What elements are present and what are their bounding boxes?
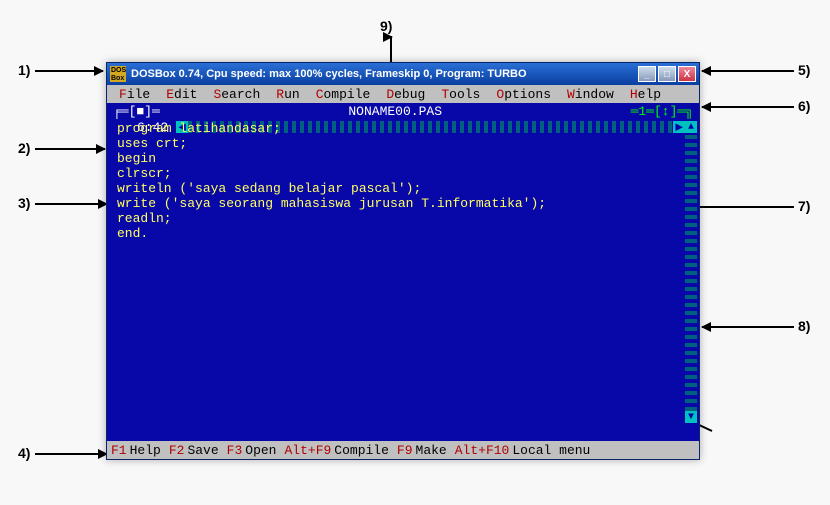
frame-close-icon[interactable]: ╒═[■]═ bbox=[107, 104, 160, 119]
scroll-down-icon[interactable]: ▼ bbox=[685, 411, 697, 423]
status-key[interactable]: Alt+F9 bbox=[284, 443, 331, 458]
close-button[interactable]: X bbox=[678, 66, 696, 82]
menu-run[interactable]: Run bbox=[268, 87, 307, 102]
status-label[interactable]: Make bbox=[416, 443, 447, 458]
titlebar[interactable]: DOS Box DOSBox 0.74, Cpu speed: max 100%… bbox=[107, 63, 699, 85]
annotation-6: 6) bbox=[798, 98, 810, 114]
status-key[interactable]: F9 bbox=[397, 443, 413, 458]
minimize-button[interactable]: _ bbox=[638, 66, 656, 82]
menu-options[interactable]: Options bbox=[488, 87, 559, 102]
scroll-up-icon[interactable]: ▲ bbox=[685, 121, 697, 133]
arrow-6 bbox=[702, 106, 794, 108]
editor-filename: NONAME00.PAS bbox=[160, 104, 631, 119]
statusbar: F1Help F2Save F3Open Alt+F9Compile F9Make Alt… bbox=[107, 441, 699, 459]
arrow-3 bbox=[35, 203, 107, 205]
titlebar-text: DOSBox 0.74, Cpu speed: max 100% cycles,… bbox=[131, 68, 636, 80]
dosbox-icon: DOS Box bbox=[110, 66, 126, 82]
status-label[interactable]: Help bbox=[130, 443, 161, 458]
annotation-3: 3) bbox=[18, 195, 30, 211]
arrow-5 bbox=[702, 70, 794, 72]
annotation-8: 8) bbox=[798, 318, 810, 334]
arrow-4 bbox=[35, 453, 107, 455]
menu-tools[interactable]: Tools bbox=[433, 87, 488, 102]
menu-debug[interactable]: Debug bbox=[378, 87, 433, 102]
arrow-1 bbox=[35, 70, 103, 72]
annotation-2: 2) bbox=[18, 140, 30, 156]
status-label[interactable]: Local menu bbox=[512, 443, 590, 458]
menu-help[interactable]: Help bbox=[622, 87, 669, 102]
scroll-vert-track[interactable] bbox=[685, 133, 697, 411]
vertical-scrollbar[interactable]: ▲ ▼ bbox=[685, 121, 697, 423]
editor-frame: ╒═[■]═ NONAME00.PAS ═1═[↕]═╗ program lat… bbox=[107, 103, 699, 441]
menu-search[interactable]: Search bbox=[205, 87, 268, 102]
menubar: File Edit Search Run Compile Debug Tools… bbox=[107, 85, 699, 103]
status-key[interactable]: F3 bbox=[227, 443, 243, 458]
annotation-4: 4) bbox=[18, 445, 30, 461]
status-label[interactable]: Save bbox=[187, 443, 218, 458]
menu-window[interactable]: Window bbox=[559, 87, 622, 102]
status-label[interactable]: Open bbox=[245, 443, 276, 458]
arrow-2 bbox=[35, 148, 105, 150]
arrow-8 bbox=[702, 326, 794, 328]
annotation-1: 1) bbox=[18, 62, 30, 78]
status-label[interactable]: Compile bbox=[334, 443, 389, 458]
code-area[interactable]: program latihandasar; uses crt; begin cl… bbox=[117, 121, 683, 423]
annotation-7: 7) bbox=[798, 198, 810, 214]
menu-file[interactable]: File bbox=[111, 87, 158, 102]
annotation-5: 5) bbox=[798, 62, 810, 78]
status-key[interactable]: F2 bbox=[169, 443, 185, 458]
editor-frame-top: ╒═[■]═ NONAME00.PAS ═1═[↕]═╗ bbox=[107, 103, 699, 119]
status-key[interactable]: Alt+F10 bbox=[455, 443, 510, 458]
maximize-button[interactable]: □ bbox=[658, 66, 676, 82]
menu-compile[interactable]: Compile bbox=[308, 87, 379, 102]
menu-edit[interactable]: Edit bbox=[158, 87, 205, 102]
app-window: DOS Box DOSBox 0.74, Cpu speed: max 100%… bbox=[106, 62, 700, 460]
status-key[interactable]: F1 bbox=[111, 443, 127, 458]
frame-zoom-icon[interactable]: ═1═[↕]═╗ bbox=[631, 104, 699, 119]
